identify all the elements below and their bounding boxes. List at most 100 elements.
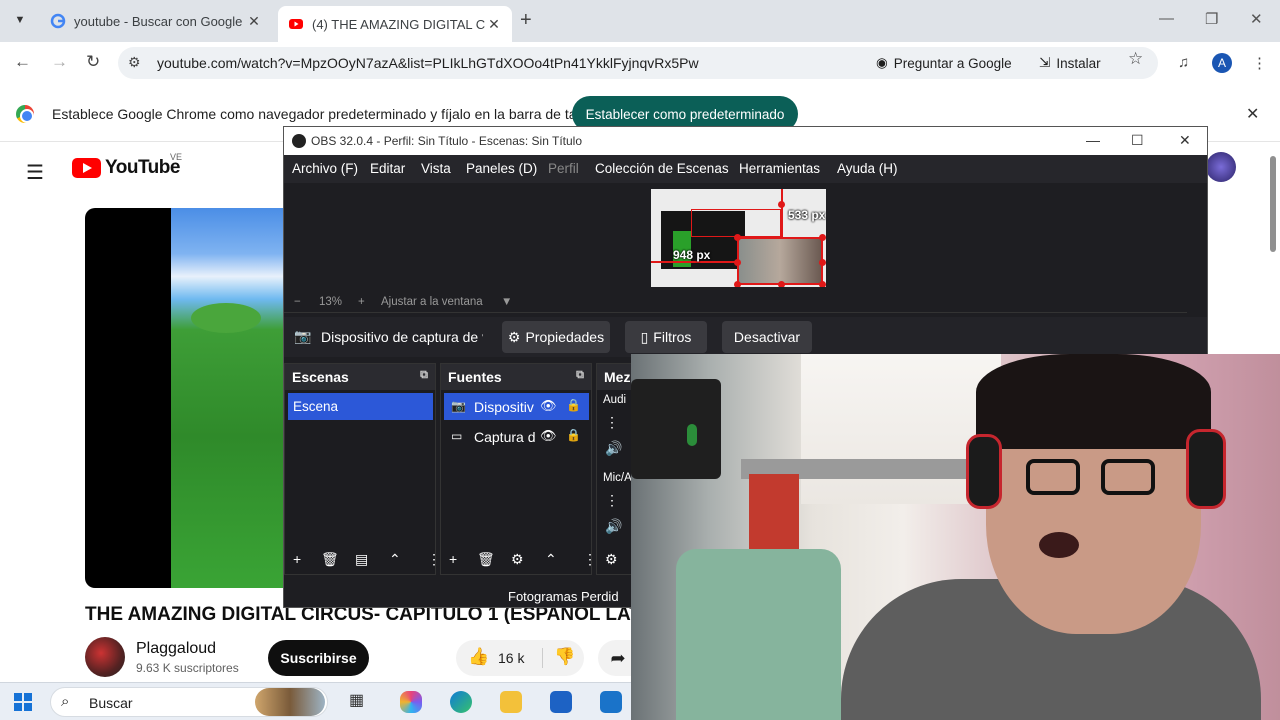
menu-archivo[interactable]: Archivo (F) [292,161,358,176]
profile-avatar[interactable]: A [1212,53,1232,73]
back-arrow-icon[interactable]: ← [14,52,31,72]
speaker-icon[interactable]: 🔊 [605,440,622,457]
install-button[interactable]: ⇲ Instalar [1039,55,1101,71]
sources-panel-title: Fuentes [448,369,502,385]
obs-preview-canvas[interactable]: 533 px 948 px [651,189,826,287]
gear-icon[interactable]: ⚙ [511,551,524,568]
subscribe-button[interactable]: Suscribirse [268,640,369,676]
sources-panel: Fuentes ⧉ 📷 Dispositiv 👁 🔒 ▭ Captura d 👁 … [440,363,597,575]
camera-icon: 📷 [451,399,466,413]
subscriber-count: 9.63 K suscriptores [136,661,239,675]
tab-search-chevron-icon[interactable]: ▼ [8,8,32,32]
more-menu-icon[interactable]: ⋮ [1252,54,1267,72]
youtube-logo[interactable]: YouTube [72,157,180,179]
lock-icon[interactable]: 🔒 [566,398,581,412]
lens-icon: ◉ [876,55,888,70]
source-item-capture-device[interactable]: 📷 Dispositiv 👁 🔒 [444,393,589,420]
reload-icon[interactable]: ↻ [86,52,100,72]
forward-arrow-icon[interactable]: → [51,52,68,72]
minimize-icon[interactable]: — [1086,132,1100,148]
more-icon[interactable]: ⋮ [427,551,441,568]
deactivate-button[interactable]: Desactivar [722,321,812,353]
search-icon: ⌕ [61,693,70,710]
undock-icon[interactable]: ⧉ [420,369,428,382]
video-frame [171,208,285,588]
restore-icon[interactable]: ❐ [1205,10,1218,28]
menu-perfil[interactable]: Perfil [548,161,579,176]
properties-button[interactable]: ⚙ Propiedades [502,321,610,353]
visibility-eye-icon[interactable]: 👁 [540,428,557,444]
address-bar[interactable]: ⚙ youtube.com/watch?v=MpzOOyN7azA&list=P… [118,47,1158,79]
like-icon[interactable]: 👍 [468,647,489,667]
channel-name[interactable]: Plaggaloud [136,640,216,658]
filters-button[interactable]: ▯ Filtros [625,321,707,353]
scenes-panel-title: Escenas [292,369,349,385]
install-label: Instalar [1056,55,1101,71]
more-icon[interactable]: ⋮ [583,551,597,568]
close-tab-icon[interactable]: ✕ [486,16,502,33]
gear-icon[interactable]: ⚙ [605,551,618,568]
youtube-play-icon [72,158,101,178]
scenes-panel: Escenas ⧉ Escena + 🗑 ▤ ⌃ ⋮ [284,363,441,575]
tab-google-search[interactable]: youtube - Buscar con Google ✕ [40,6,272,36]
copilot-icon[interactable] [400,691,422,713]
move-up-icon[interactable]: ⌃ [389,551,401,568]
tab-strip: ▼ youtube - Buscar con Google ✕ (4) THE … [0,0,1280,42]
selected-source-name: Dispositivo de captura de v [321,329,483,345]
media-control-icon[interactable]: ♫ [1178,54,1189,71]
close-window-icon[interactable]: ✕ [1250,10,1263,28]
maximize-icon[interactable]: ☐ [1131,132,1144,149]
store-icon[interactable] [550,691,572,713]
dislike-icon[interactable]: 👎 [554,647,575,667]
speaker-icon[interactable]: 🔊 [605,518,622,535]
new-tab-button[interactable]: + [520,9,532,32]
url-text[interactable]: youtube.com/watch?v=MpzOOyN7azA&list=PLI… [157,55,699,71]
fit-to-window-dropdown[interactable]: Ajustar a la ventana [381,296,483,308]
hamburger-menu-icon[interactable]: ☰ [26,160,44,185]
source-item-display-capture[interactable]: ▭ Captura d 👁 🔒 [444,423,589,450]
menu-ayuda[interactable]: Ayuda (H) [837,161,898,176]
menu-coleccion-escenas[interactable]: Colección de Escenas [595,161,729,176]
zoom-out-icon[interactable]: − [294,296,301,308]
ask-google-button[interactable]: ◉ Preguntar a Google [876,55,1012,71]
delete-source-icon[interactable]: 🗑 [477,551,495,568]
obs-menu-bar: Archivo (F) Editar Vista Paneles (D) Per… [284,155,1207,183]
edge-icon[interactable] [450,691,472,713]
obs-zoom-bar: − 13% + Ajustar a la ventana ▼ [284,293,1187,313]
more-icon[interactable]: ⋮ [605,414,619,431]
menu-editar[interactable]: Editar [370,161,405,176]
scene-item[interactable]: Escena [288,393,433,420]
video-player[interactable] [85,208,285,588]
windows-start-icon[interactable] [14,693,32,711]
zoom-in-icon[interactable]: + [358,296,365,308]
scene-filters-icon[interactable]: ▤ [355,551,368,568]
menu-vista[interactable]: Vista [421,161,451,176]
add-scene-icon[interactable]: + [293,551,301,567]
tab-youtube-video[interactable]: (4) THE AMAZING DIGITAL CIRC ✕ [278,6,512,42]
menu-herramientas[interactable]: Herramientas [739,161,820,176]
infobar-text: Establece Google Chrome como navegador p… [52,106,604,122]
close-tab-icon[interactable]: ✕ [246,13,262,30]
visibility-eye-icon[interactable]: 👁 [540,398,557,414]
channel-avatar[interactable] [85,637,125,677]
more-icon[interactable]: ⋮ [605,492,619,509]
lock-icon[interactable]: 🔒 [566,428,581,442]
menu-paneles[interactable]: Paneles (D) [466,161,537,176]
close-window-icon[interactable]: ✕ [1179,132,1191,149]
bookmark-star-icon[interactable]: ☆ [1128,49,1143,69]
task-view-icon[interactable]: ▦ [349,690,371,712]
add-source-icon[interactable]: + [449,551,457,567]
account-avatar[interactable] [1206,152,1236,182]
delete-scene-icon[interactable]: 🗑 [321,551,339,568]
outlook-icon[interactable] [600,691,622,713]
taskbar-search-box[interactable]: ⌕ Buscar [50,687,328,717]
preview-webcam-source[interactable] [737,237,823,285]
obs-window-title: OBS 32.0.4 - Perfil: Sin Título - Escena… [311,134,583,148]
close-infobar-icon[interactable]: ✕ [1246,104,1259,124]
minimize-icon[interactable]: — [1159,10,1174,27]
move-up-icon[interactable]: ⌃ [545,551,557,568]
undock-icon[interactable]: ⧉ [576,369,584,382]
site-settings-icon[interactable]: ⚙ [128,54,141,71]
file-explorer-icon[interactable] [500,691,522,713]
chevron-down-icon[interactable]: ▼ [501,296,512,308]
